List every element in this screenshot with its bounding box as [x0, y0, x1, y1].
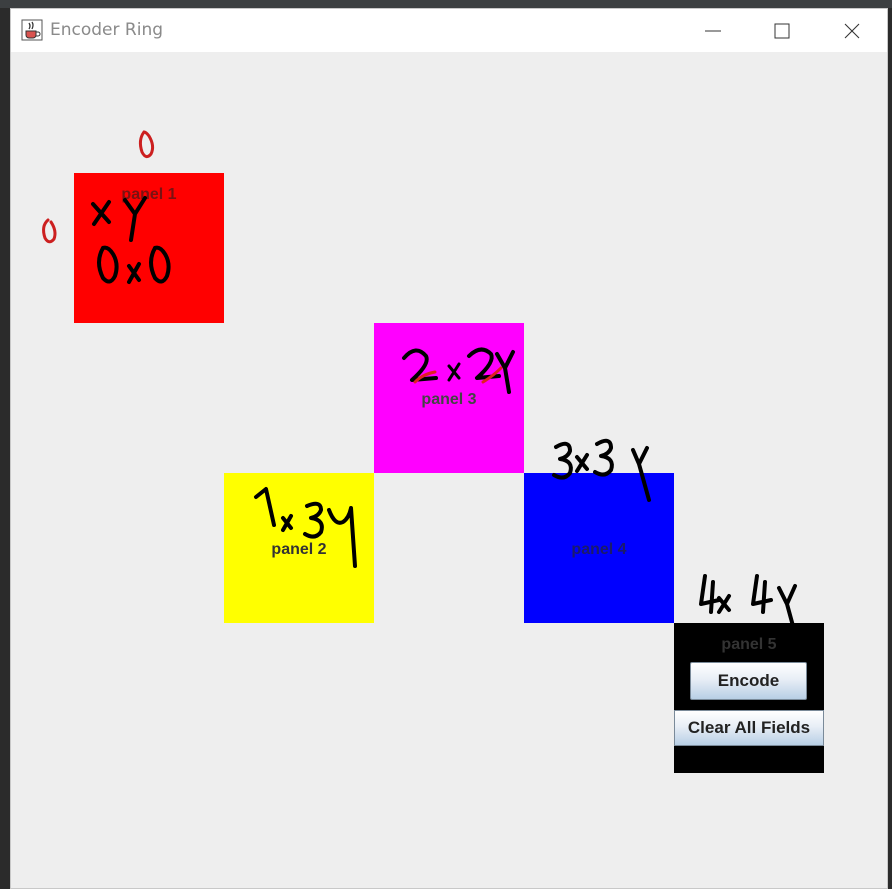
- maximize-icon: [774, 23, 790, 38]
- background-app-strip: [0, 0, 892, 8]
- background-app-right-edge: [888, 8, 892, 889]
- close-button[interactable]: [829, 9, 875, 52]
- content-pane: panel 1 panel 3 panel 2 panel 4 panel 5 …: [11, 52, 887, 888]
- window-title: Encoder Ring: [50, 20, 164, 40]
- panel-3-label: panel 3: [421, 391, 477, 408]
- panel-4-label: panel 4: [571, 541, 627, 558]
- minimize-button[interactable]: [690, 9, 736, 52]
- maximize-button[interactable]: [759, 9, 805, 52]
- panel-1: panel 1: [74, 173, 224, 323]
- annotation-top-zero: [138, 130, 155, 159]
- encode-button[interactable]: Encode: [690, 662, 807, 700]
- panel-2: panel 2: [224, 473, 374, 623]
- minimize-icon: [705, 30, 721, 31]
- panel-5-label: panel 5: [721, 636, 777, 653]
- panel-4: panel 4: [524, 473, 674, 623]
- title-bar[interactable]: Encoder Ring: [11, 9, 887, 52]
- panel-3: panel 3: [374, 323, 524, 473]
- panel-5: panel 5 Encode Clear All Fields: [674, 623, 824, 773]
- encoder-ring-window: Encoder Ring panel 1 panel 3 panel 2 pan…: [10, 8, 888, 889]
- panel-2-label: panel 2: [271, 541, 327, 558]
- close-icon: [844, 23, 860, 38]
- java-coffee-cup-icon: [21, 19, 43, 41]
- annotation-left-zero: [42, 218, 57, 244]
- panel-1-label: panel 1: [121, 186, 177, 203]
- background-app-left-edge: [0, 8, 10, 889]
- annotation-panel-5: [699, 574, 797, 628]
- clear-all-fields-button[interactable]: Clear All Fields: [674, 710, 824, 746]
